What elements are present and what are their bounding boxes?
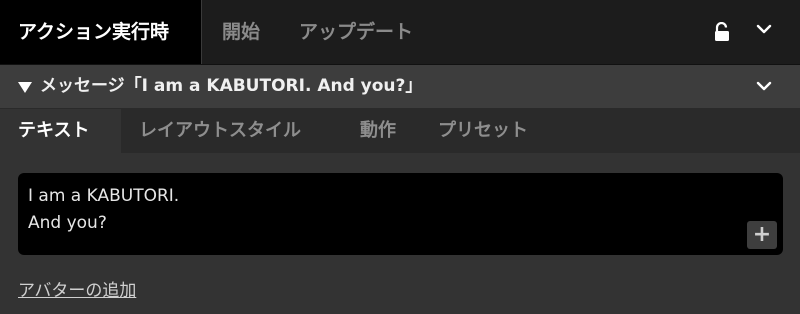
inspector-panel: アクション実行時 開始 アップデート メッセージ「I am a KABUTORI… [0,0,800,314]
tab-motion[interactable]: 動作 [360,109,396,153]
text-line: I am a KABUTORI. [28,186,180,206]
tab-layout-style[interactable]: レイアウトスタイル [139,109,301,153]
tab-start[interactable]: 開始 [222,0,260,64]
sub-tab-bar: テキスト レイアウトスタイル 動作 プリセット [0,109,800,153]
top-tab-bar: アクション実行時 開始 アップデート [0,0,800,65]
tab-update[interactable]: アップデート [299,0,413,64]
triangle-down-icon[interactable] [18,82,32,93]
message-title: メッセージ「I am a KABUTORI. And you?」 [40,76,423,96]
message-text-input[interactable]: I am a KABUTORI. And you? + [18,173,783,255]
text-line: And you? [28,213,107,233]
chevron-down-icon[interactable] [756,81,772,91]
add-avatar-link[interactable]: アバターの追加 [18,276,136,301]
tab-text[interactable]: テキスト [0,109,121,153]
message-header[interactable]: メッセージ「I am a KABUTORI. And you?」 [0,65,800,109]
unlocked-padlock-icon[interactable] [713,22,731,42]
tab-on-action[interactable]: アクション実行時 [0,0,202,64]
chevron-down-icon[interactable] [756,24,772,34]
tab-preset[interactable]: プリセット [438,109,528,153]
add-button[interactable]: + [747,221,777,249]
